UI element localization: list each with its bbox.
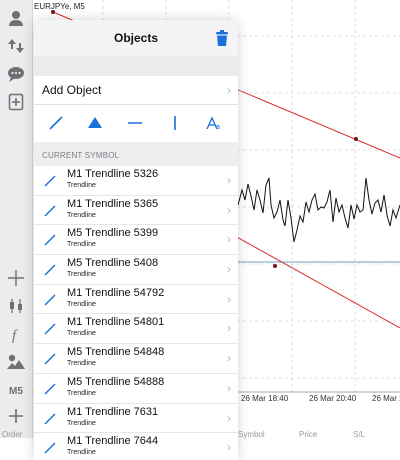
chevron-right-icon: › bbox=[227, 321, 231, 336]
object-name: M5 Trendline 5399 bbox=[67, 227, 159, 240]
objects-icon[interactable] bbox=[4, 350, 28, 374]
chevron-right-icon: › bbox=[227, 440, 231, 455]
trendline-anchor bbox=[354, 137, 358, 141]
left-toolbar: f M5 bbox=[0, 0, 33, 438]
trendline-icon bbox=[44, 441, 56, 454]
chevron-right-icon: › bbox=[227, 291, 231, 306]
objects-panel: Objects Add Object › a CURRENT SYMBOL M1… bbox=[34, 20, 238, 460]
chevron-right-icon: › bbox=[227, 351, 231, 366]
list-item[interactable]: M1 Trendline 5365 Trendline › bbox=[34, 195, 238, 226]
trendline-icon bbox=[44, 382, 56, 395]
svg-text:a: a bbox=[216, 124, 220, 131]
timeframe-label[interactable]: M5 bbox=[0, 386, 32, 397]
chevron-right-icon: › bbox=[227, 173, 231, 187]
object-name: M1 Trendline 7631 bbox=[67, 405, 159, 418]
object-type: Trendline bbox=[67, 360, 96, 368]
object-type: Trendline bbox=[67, 330, 96, 338]
panel-header: Objects bbox=[34, 20, 238, 56]
trash-icon[interactable] bbox=[215, 29, 229, 47]
list-item[interactable]: M1 Trendline 7631 Trendline › bbox=[34, 403, 238, 434]
object-type: Trendline bbox=[67, 419, 96, 427]
list-item[interactable]: M1 Trendline 54801 Trendline › bbox=[34, 314, 238, 345]
object-name: M5 Trendline 5408 bbox=[67, 257, 159, 270]
object-name: M1 Trendline 5365 bbox=[67, 197, 159, 210]
add-object-label: Add Object bbox=[42, 83, 102, 97]
trendline-icon[interactable] bbox=[47, 114, 65, 132]
trendline-icon bbox=[44, 412, 56, 424]
object-name: M1 Trendline 54792 bbox=[67, 286, 165, 299]
object-type: Trendline bbox=[67, 389, 96, 397]
new-document-icon[interactable] bbox=[4, 90, 28, 114]
object-name: M1 Trendline 5326 bbox=[67, 168, 159, 180]
trendline-icon bbox=[44, 174, 56, 187]
list-item[interactable]: M5 Trendline 54888 Trendline › bbox=[34, 373, 238, 404]
object-type-bar: a bbox=[34, 105, 238, 142]
object-type: Trendline bbox=[67, 241, 96, 249]
indicator-function-icon[interactable]: f bbox=[4, 322, 28, 346]
list-item[interactable]: M5 Trendline 5399 Trendline › bbox=[34, 225, 238, 256]
add-icon[interactable] bbox=[4, 404, 28, 428]
time-tick-label: 26 Mar 20:40 bbox=[309, 394, 357, 403]
trendline-anchor bbox=[273, 264, 277, 268]
add-object-row[interactable]: Add Object › bbox=[34, 76, 238, 105]
list-item[interactable]: M1 Trendline 54792 Trendline › bbox=[34, 284, 238, 315]
object-name: M1 Trendline 54801 bbox=[67, 316, 165, 329]
chart-symbol-label: EURJPYe, M5 bbox=[34, 2, 85, 11]
chat-icon[interactable] bbox=[4, 62, 28, 86]
time-tick-label: 26 Mar 18:40 bbox=[241, 394, 289, 403]
chevron-right-icon: › bbox=[227, 202, 231, 217]
object-name: M5 Trendline 54888 bbox=[67, 375, 165, 388]
horizontal-line-icon[interactable] bbox=[126, 114, 144, 132]
chevron-right-icon: › bbox=[227, 232, 231, 247]
trendline-icon bbox=[44, 233, 56, 246]
object-type: Trendline bbox=[67, 300, 96, 308]
list-item[interactable]: M1 Trendline 7644 Trendline › bbox=[34, 433, 238, 460]
chevron-right-icon: › bbox=[227, 83, 231, 97]
crosshair-icon[interactable] bbox=[4, 266, 28, 290]
triangle-icon[interactable] bbox=[86, 114, 104, 132]
object-type: Trendline bbox=[67, 449, 96, 457]
object-type: Trendline bbox=[67, 211, 96, 219]
chevron-right-icon: › bbox=[227, 262, 231, 277]
panel-spacer bbox=[34, 56, 238, 76]
time-tick-label: 26 Mar 22 bbox=[372, 394, 400, 403]
svg-text:f: f bbox=[12, 328, 18, 343]
section-header: CURRENT SYMBOL bbox=[34, 142, 238, 166]
object-list: M1 Trendline 5326 Trendline › M1 Trendline … bbox=[34, 166, 238, 460]
list-item[interactable]: M1 Trendline 5326 Trendline › bbox=[34, 166, 238, 196]
object-name: M1 Trendline 7644 bbox=[67, 435, 159, 448]
candlestick-icon[interactable] bbox=[4, 294, 28, 318]
list-item[interactable]: M5 Trendline 54848 Trendline › bbox=[34, 344, 238, 374]
chevron-right-icon: › bbox=[227, 410, 231, 425]
account-icon[interactable] bbox=[4, 6, 28, 30]
chevron-right-icon: › bbox=[227, 380, 231, 395]
trendline-icon bbox=[44, 204, 56, 217]
object-type: Trendline bbox=[67, 182, 96, 189]
vertical-line-icon[interactable] bbox=[166, 114, 184, 132]
trendline-icon bbox=[44, 322, 56, 335]
trendline-icon bbox=[44, 352, 56, 365]
trendline-icon bbox=[44, 263, 56, 276]
list-item[interactable]: M5 Trendline 5408 Trendline › bbox=[34, 255, 238, 285]
object-type: Trendline bbox=[67, 271, 96, 279]
text-label-icon[interactable]: a bbox=[205, 114, 223, 132]
panel-title: Objects bbox=[113, 31, 158, 45]
trendline-icon bbox=[44, 293, 56, 306]
trade-icon[interactable] bbox=[4, 34, 28, 58]
price-series bbox=[237, 177, 400, 243]
object-name: M5 Trendline 54848 bbox=[67, 346, 165, 359]
